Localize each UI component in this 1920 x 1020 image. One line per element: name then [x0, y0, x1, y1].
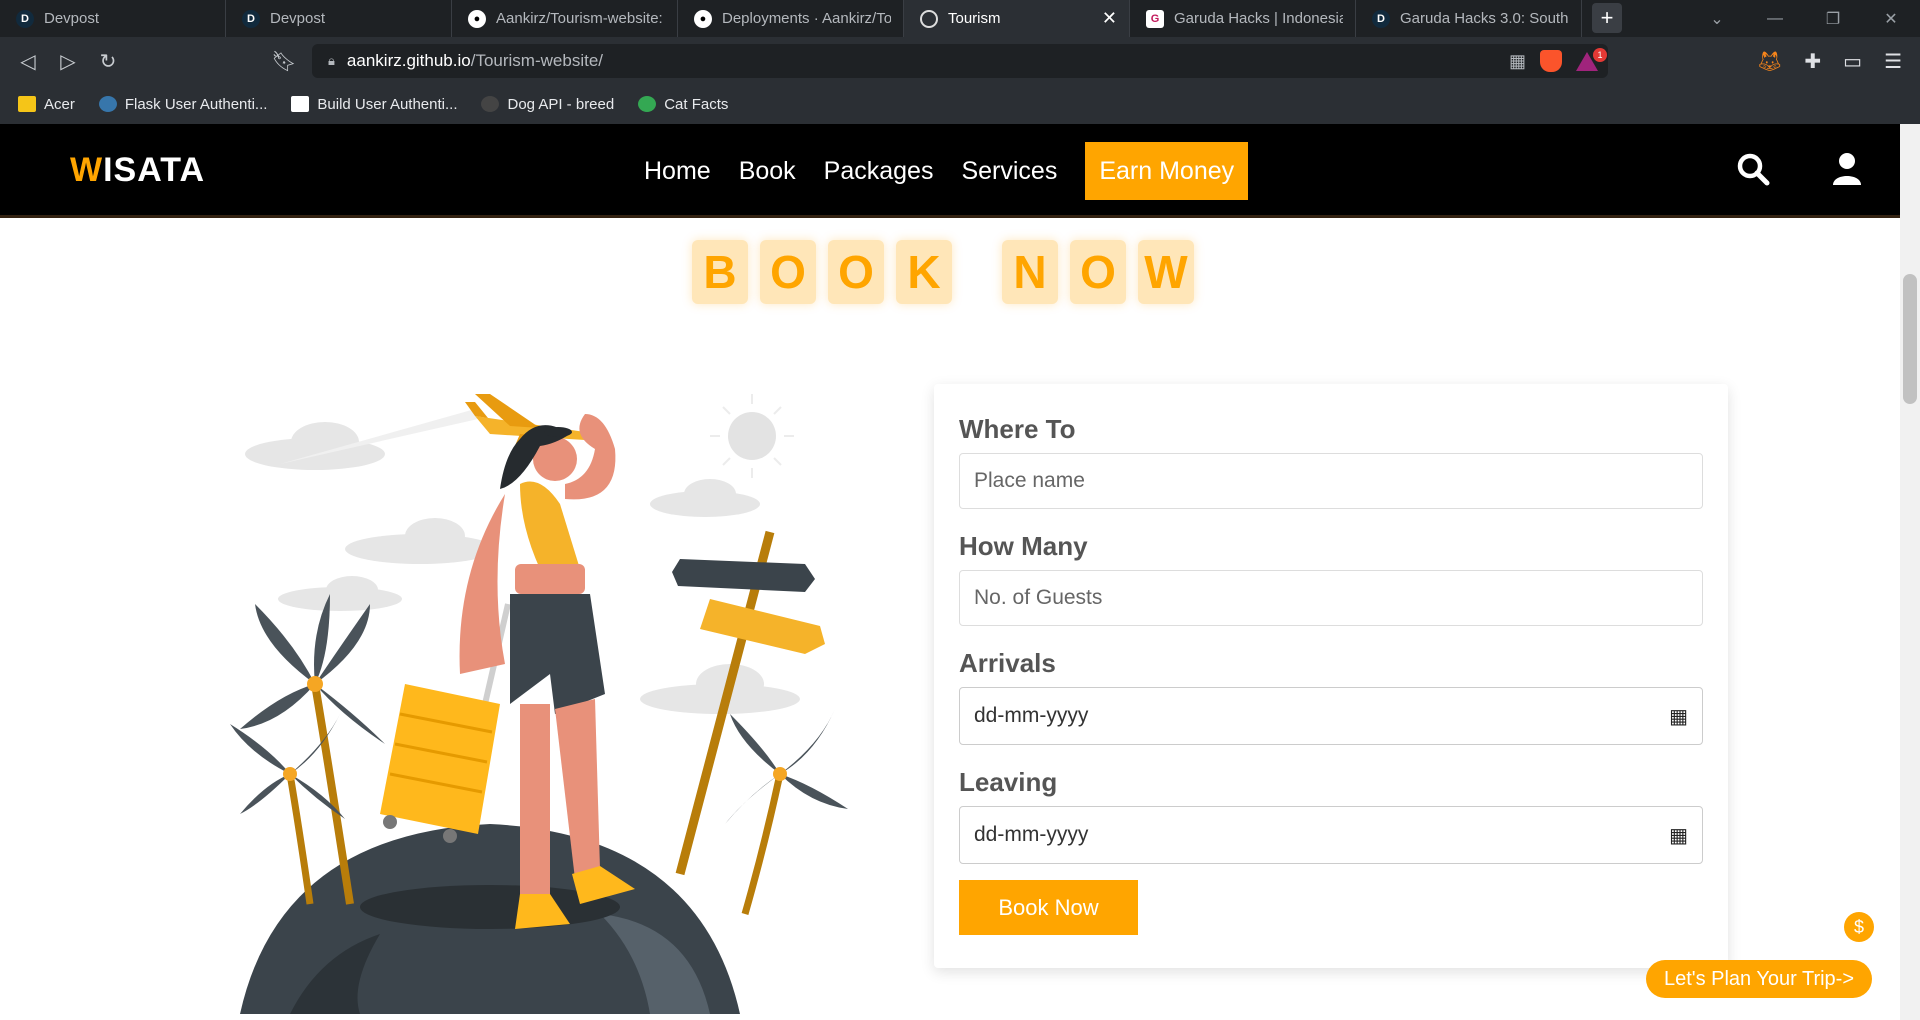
brave-shields-icon[interactable]	[1540, 50, 1562, 72]
doc-icon	[291, 96, 310, 112]
nav-packages[interactable]: Packages	[810, 142, 948, 200]
url-path: /Tourism-website/	[470, 51, 603, 70]
dollar-coin-icon[interactable]: $	[1844, 912, 1874, 942]
tab-github-deployments[interactable]: ● Deployments · Aankirz/Tou	[678, 0, 904, 37]
arrivals-date-value: dd-mm-yyyy	[974, 704, 1089, 727]
heading-letter: K	[896, 240, 952, 304]
window-controls: ⌄ — ❐ ✕	[1688, 0, 1920, 37]
heading-letter: O	[1070, 240, 1126, 304]
booking-form: Where To How Many Arrivals dd-mm-yyyy ▦ …	[934, 384, 1728, 968]
plan-trip-button[interactable]: Let's Plan Your Trip->	[1646, 960, 1872, 998]
dog-icon	[481, 96, 500, 112]
url-host: aankirz.github.io	[346, 51, 471, 70]
user-icon[interactable]	[1832, 152, 1862, 186]
book-now-button[interactable]: Book Now	[959, 880, 1138, 935]
leaving-date-value: dd-mm-yyyy	[974, 823, 1089, 846]
site-header: WISATA Home Book Packages Services Earn …	[0, 124, 1900, 218]
search-icon[interactable]	[1736, 152, 1770, 186]
heading-letter: O	[760, 240, 816, 304]
bookmark-cat-facts[interactable]: Cat Facts	[638, 96, 728, 113]
lock-icon: 🔒︎	[328, 53, 335, 68]
main-nav: Home Book Packages Services Earn Money	[630, 142, 1249, 200]
nav-book[interactable]: Book	[725, 142, 810, 200]
leaving-date-input[interactable]: dd-mm-yyyy ▦	[959, 806, 1703, 864]
devpost-icon: D	[1372, 9, 1390, 28]
forward-icon[interactable]: ▷	[54, 47, 82, 75]
nav-services[interactable]: Services	[947, 142, 1071, 200]
tab-strip: D Devpost D Devpost ● Aankirz/Tourism-websi…	[0, 0, 1920, 37]
traveler-illustration	[230, 394, 848, 1014]
arrivals-label: Arrivals	[959, 648, 1056, 678]
book-now-heading: B O O K N O W	[692, 240, 1194, 304]
tab-list-chevron-icon[interactable]: ⌄	[1688, 0, 1746, 37]
globe-green-icon	[638, 96, 657, 112]
devpost-icon: D	[16, 9, 34, 28]
qr-code-icon[interactable]: ▦	[1509, 51, 1526, 72]
arrivals-date-input[interactable]: dd-mm-yyyy ▦	[959, 687, 1703, 745]
address-bar-actions: ▦ 1	[1509, 47, 1607, 72]
leaving-label: Leaving	[959, 767, 1058, 797]
minimize-icon[interactable]: —	[1746, 0, 1804, 37]
tab-devpost-1[interactable]: D Devpost	[0, 0, 226, 37]
garuda-icon: G	[1146, 9, 1164, 28]
tab-github-repo[interactable]: ● Aankirz/Tourism-website: a	[452, 0, 678, 37]
menu-icon[interactable]: ☰	[1884, 49, 1902, 74]
close-window-icon[interactable]: ✕	[1862, 0, 1920, 37]
tab-devpost-2[interactable]: D Devpost	[226, 0, 452, 37]
restore-icon[interactable]: ❐	[1804, 0, 1862, 37]
reload-icon[interactable]: ↻	[94, 47, 122, 75]
close-tab-icon[interactable]: ✕	[1102, 8, 1117, 29]
nav-home[interactable]: Home	[630, 142, 725, 200]
heading-letter: N	[1002, 240, 1058, 304]
github-icon: ●	[694, 9, 712, 28]
calendar-icon[interactable]: ▦	[1669, 704, 1688, 729]
where-to-input[interactable]	[959, 453, 1703, 509]
site-logo[interactable]: WISATA	[70, 151, 205, 190]
wallet-icon[interactable]: ▭	[1843, 49, 1862, 74]
heading-letter: B	[692, 240, 748, 304]
back-icon[interactable]: ◁	[14, 47, 42, 75]
tab-tourism[interactable]: Tourism ✕	[904, 0, 1130, 37]
python-icon	[98, 96, 117, 112]
brave-rewards-icon[interactable]: 1	[1576, 47, 1607, 71]
calendar-icon[interactable]: ▦	[1669, 823, 1688, 848]
heading-letter: O	[828, 240, 884, 304]
bookmark-dog-api[interactable]: Dog API - breed	[481, 96, 614, 113]
browser-toolbar: ◁ ▷ ↻ 🔖︎ 🔒︎ aankirz.github.io/Tourism-we…	[0, 37, 1920, 84]
page-viewport: WISATA Home Book Packages Services Earn …	[0, 124, 1900, 1020]
address-bar[interactable]: 🔒︎ aankirz.github.io/Tourism-website/ ▦ …	[312, 44, 1608, 78]
folder-icon	[18, 96, 36, 112]
extensions-area: 🦊︎ ✚ ▭ ☰	[1757, 49, 1902, 74]
where-to-label: Where To	[959, 414, 1076, 444]
nav-earn-money[interactable]: Earn Money	[1085, 142, 1249, 200]
bookmark-icon[interactable]: 🔖︎	[270, 47, 298, 75]
notification-badge: 1	[1593, 47, 1607, 62]
globe-icon	[920, 9, 938, 28]
github-icon: ●	[468, 9, 486, 28]
scrollbar-thumb[interactable]	[1903, 274, 1917, 404]
bookmark-acer[interactable]: Acer	[18, 96, 75, 113]
tab-garuda-devpost[interactable]: D Garuda Hacks 3.0: Southea	[1356, 0, 1582, 37]
bookmarks-bar: Acer Flask User Authenti... Build User A…	[0, 84, 1920, 124]
bookmark-build-auth[interactable]: Build User Authenti...	[291, 96, 457, 113]
header-icons	[1736, 152, 1862, 186]
page-scrollbar[interactable]	[1900, 124, 1920, 1020]
guests-input[interactable]	[959, 570, 1703, 626]
new-tab-button[interactable]: +	[1592, 3, 1622, 33]
metamask-icon[interactable]: 🦊︎	[1757, 49, 1782, 74]
extensions-puzzle-icon[interactable]: ✚	[1804, 49, 1821, 74]
bookmark-flask[interactable]: Flask User Authenti...	[98, 96, 267, 113]
devpost-icon: D	[242, 9, 260, 28]
how-many-label: How Many	[959, 531, 1088, 561]
heading-space	[964, 240, 990, 304]
tab-garuda-hacks[interactable]: G Garuda Hacks | Indonesia's	[1130, 0, 1356, 37]
heading-letter: W	[1138, 240, 1194, 304]
